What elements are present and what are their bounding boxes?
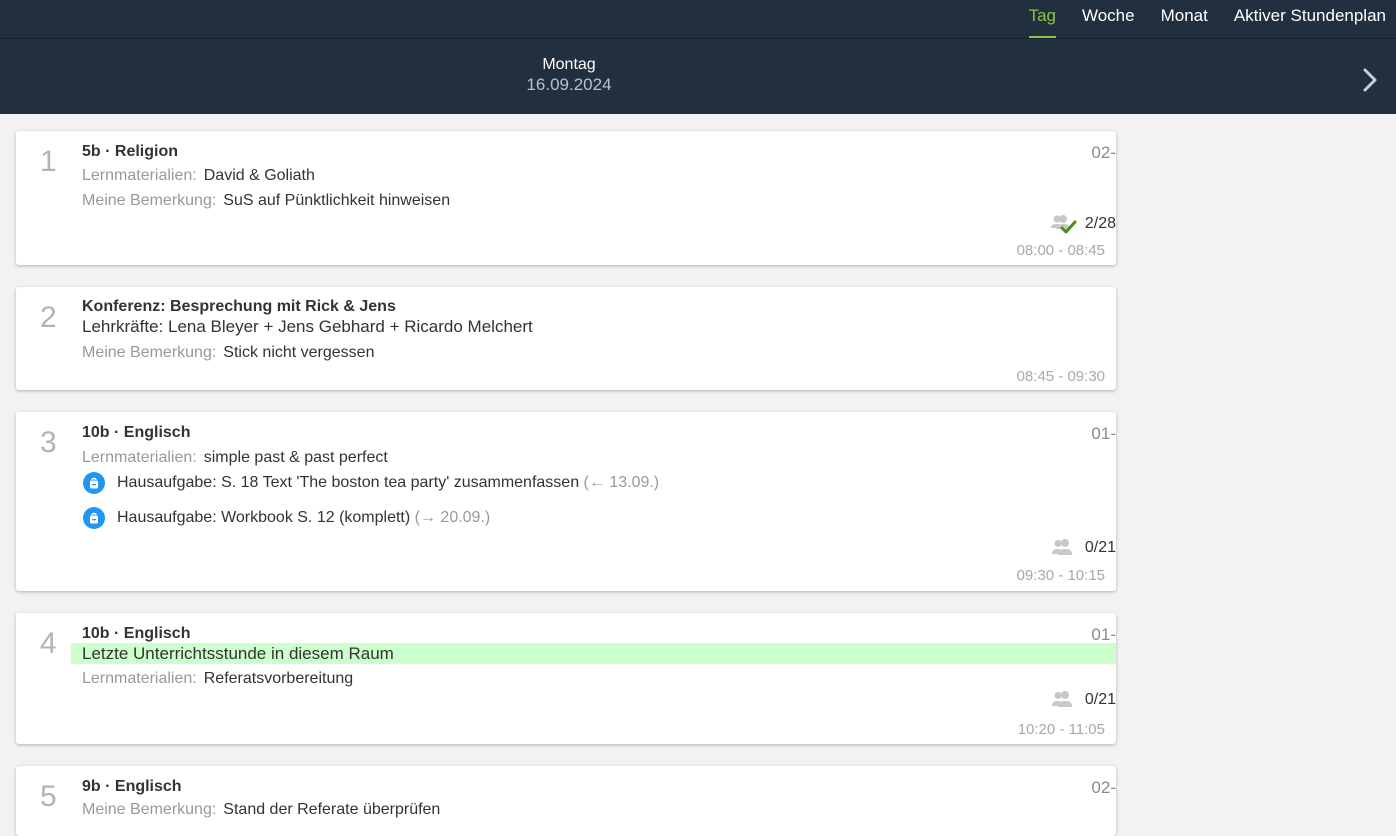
attendance-checked-icon bbox=[1050, 215, 1077, 234]
homework-bag-icon bbox=[83, 472, 105, 494]
tab-tag[interactable]: Tag bbox=[1016, 0, 1069, 38]
day-header: Montag 16.09.2024 bbox=[420, 56, 718, 95]
materials-row: Lernmaterialien: simple past & past perfe… bbox=[82, 449, 388, 467]
homework-date-ref: (← 13.09.) bbox=[583, 474, 660, 491]
lesson-title: Konferenz: Besprechung mit Rick & Jens bbox=[82, 298, 396, 315]
lesson-time: 10:20 - 11:05 bbox=[1017, 721, 1105, 738]
remark-label: Meine Bemerkung: bbox=[82, 344, 217, 361]
attendance[interactable]: 0/21 bbox=[1049, 689, 1116, 711]
attendance[interactable]: 2/28 bbox=[1049, 213, 1116, 235]
lesson-title: 9b · Englisch bbox=[82, 778, 182, 795]
remark-value: SuS auf Pünktlichkeit hinweisen bbox=[223, 192, 451, 209]
lesson-number: 5 bbox=[40, 780, 57, 813]
attendance-count: 2/28 bbox=[1084, 215, 1116, 232]
materials-value: Referatsvorbereitung bbox=[203, 670, 354, 687]
materials-value: simple past & past perfect bbox=[203, 449, 388, 466]
lesson-number: 1 bbox=[40, 145, 57, 178]
tab-woche[interactable]: Woche bbox=[1069, 0, 1148, 38]
lesson-room: 02- bbox=[1091, 143, 1116, 162]
lesson-room: 01- bbox=[1091, 424, 1116, 443]
lesson-card-4[interactable]: 4 10b · Englisch 01- Letzte Unterrichtss… bbox=[16, 613, 1116, 744]
attendance-count: 0/21 bbox=[1084, 539, 1116, 556]
lesson-title: 10b · Englisch bbox=[82, 424, 191, 441]
lesson-room: 02- bbox=[1091, 778, 1116, 797]
tab-aktiver-stundenplan[interactable]: Aktiver Stundenplan bbox=[1221, 0, 1396, 38]
materials-label: Lernmaterialien: bbox=[82, 449, 197, 466]
lesson-number: 4 bbox=[40, 627, 57, 660]
top-bar: Tag Woche Monat Aktiver Stundenplan Mont… bbox=[0, 0, 1396, 114]
chevron-right-icon bbox=[1363, 68, 1377, 92]
group-icon bbox=[1051, 539, 1072, 555]
room-notice-text: Letzte Unterrichtsstunde in diesem Raum bbox=[82, 644, 394, 663]
remark-label: Meine Bemerkung: bbox=[82, 801, 217, 818]
room-notice-banner: Letzte Unterrichtsstunde in diesem Raum bbox=[71, 643, 1116, 664]
remark-value: Stand der Referate überprüfen bbox=[223, 801, 441, 818]
homework-item[interactable]: Hausaufgabe: S. 18 Text 'The boston tea … bbox=[83, 472, 659, 494]
weekday-label: Montag bbox=[542, 56, 596, 73]
homework-text: Hausaufgabe: Workbook S. 12 (komplett) bbox=[117, 509, 411, 526]
lesson-card-2[interactable]: 2 Konferenz: Besprechung mit Rick & Jens… bbox=[16, 287, 1116, 390]
lesson-time: 08:00 - 08:45 bbox=[1016, 242, 1105, 259]
tab-monat[interactable]: Monat bbox=[1148, 0, 1221, 38]
remark-value: Stick nicht vergessen bbox=[223, 344, 375, 361]
group-icon bbox=[1051, 691, 1072, 707]
attendance-count: 0/21 bbox=[1084, 691, 1116, 708]
date-label: 16.09.2024 bbox=[526, 75, 612, 94]
lesson-title: 5b · Religion bbox=[82, 143, 178, 160]
remark-row: Meine Bemerkung: SuS auf Pünktlichkeit hi… bbox=[82, 192, 450, 210]
materials-value: David & Goliath bbox=[203, 167, 315, 184]
homework-text: Hausaufgabe: S. 18 Text 'The boston tea … bbox=[117, 474, 580, 491]
materials-row: Lernmaterialien: Referatsvorbereitung bbox=[82, 670, 353, 688]
remark-row: Meine Bemerkung: Stand der Referate überp… bbox=[82, 801, 440, 819]
lesson-number: 3 bbox=[40, 426, 57, 459]
attendance[interactable]: 0/21 bbox=[1049, 537, 1116, 559]
lesson-number: 2 bbox=[40, 301, 57, 334]
lesson-card-5[interactable]: 5 9b · Englisch 02- Meine Bemerkung: Stan… bbox=[16, 766, 1116, 836]
remark-row: Meine Bemerkung: Stick nicht vergessen bbox=[82, 344, 374, 362]
lesson-time: 09:30 - 10:15 bbox=[1016, 567, 1105, 584]
teachers-line: Lehrkräfte: Lena Bleyer + Jens Gebhard +… bbox=[82, 317, 533, 336]
materials-row: Lernmaterialien: David & Goliath bbox=[82, 167, 315, 185]
lesson-time: 08:45 - 09:30 bbox=[1016, 368, 1105, 385]
lesson-card-1[interactable]: 1 5b · Religion 02- Lernmaterialien: Davi… bbox=[16, 131, 1116, 265]
header-divider bbox=[0, 38, 1396, 39]
homework-item[interactable]: Hausaufgabe: Workbook S. 12 (komplett) (… bbox=[83, 507, 490, 529]
materials-label: Lernmaterialien: bbox=[82, 670, 197, 687]
lesson-room: 01- bbox=[1091, 625, 1116, 644]
remark-label: Meine Bemerkung: bbox=[82, 192, 217, 209]
homework-bag-icon bbox=[83, 507, 105, 529]
homework-date-ref: (→ 20.09.) bbox=[414, 509, 491, 526]
lesson-title: 10b · Englisch bbox=[82, 625, 191, 642]
materials-label: Lernmaterialien: bbox=[82, 167, 197, 184]
view-tabs: Tag Woche Monat Aktiver Stundenplan bbox=[1016, 0, 1396, 38]
next-day-button[interactable] bbox=[1358, 66, 1382, 94]
lesson-card-3[interactable]: 3 10b · Englisch 01- Lernmaterialien: sim… bbox=[16, 412, 1116, 591]
